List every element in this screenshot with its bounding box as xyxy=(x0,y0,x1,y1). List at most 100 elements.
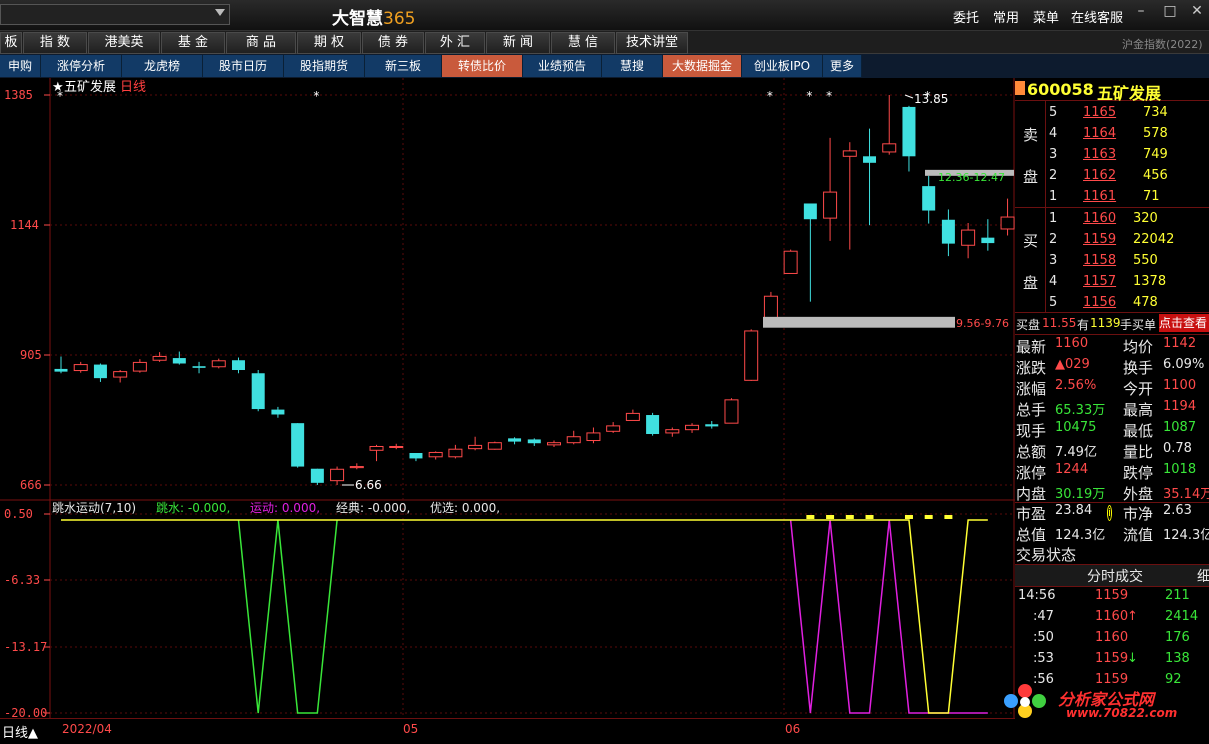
chevron-down-icon[interactable] xyxy=(215,9,225,16)
candle-body xyxy=(882,143,897,153)
menu-main[interactable]: 菜单 xyxy=(1033,7,1059,26)
tab-index[interactable]: 指 数 xyxy=(23,32,87,54)
y-tick-label: -13.17 xyxy=(4,640,47,654)
gap-band xyxy=(763,316,955,328)
bid-price: 1160 xyxy=(1083,211,1117,226)
kline-chart[interactable]: * * * * * * ★ 五矿发展 日线 1385 1144 905 666 0.50 … xyxy=(0,78,1015,718)
order-level: 2 xyxy=(1049,168,1058,183)
view-orders-button[interactable]: 点击查看 xyxy=(1159,314,1209,332)
order-level: 4 xyxy=(1049,126,1058,141)
stat-label: 量比 xyxy=(1123,443,1154,461)
period-toggle[interactable]: 日线▲ xyxy=(2,722,38,741)
tab-tech-lecture[interactable]: 技术讲堂 xyxy=(616,32,688,54)
y-tick-label: 0.50 xyxy=(4,507,33,521)
candle-body xyxy=(646,415,660,435)
tab-huixin[interactable]: 慧 信 xyxy=(551,32,615,54)
tab-bonds[interactable]: 债 券 xyxy=(362,32,424,54)
nav-index-futures[interactable]: 股指期货 xyxy=(284,55,365,77)
candle-body xyxy=(783,250,798,274)
tab-news[interactable]: 新 闻 xyxy=(486,32,550,54)
ask-volume: 456 xyxy=(1143,168,1168,183)
indicator-series xyxy=(61,515,988,714)
stat-label: 现手 xyxy=(1016,422,1047,440)
stat-value: 65.33万 xyxy=(1055,403,1106,418)
y-tick-label: 1385 xyxy=(4,88,33,102)
nav-convertible[interactable]: 转债比价 xyxy=(442,55,523,77)
stat-label: 涨跌 xyxy=(1016,359,1047,377)
candle-body xyxy=(73,364,88,372)
stat-value: ▲029 xyxy=(1055,357,1090,372)
nav-dragon-tiger[interactable]: 龙虎榜 xyxy=(122,55,203,77)
tab-fund[interactable]: 基 金 xyxy=(161,32,225,54)
tab-forex[interactable]: 外 汇 xyxy=(425,32,485,54)
candle-body xyxy=(251,373,265,410)
candle-body xyxy=(1000,216,1015,230)
bid-price: 1157 xyxy=(1083,274,1117,289)
order-level: 5 xyxy=(1049,295,1058,310)
stat-value: 124.3亿 xyxy=(1163,528,1209,543)
tab-board[interactable]: 板 xyxy=(0,32,22,54)
indicator-value-3: 经典: -0.000, xyxy=(336,501,410,515)
signal-marker xyxy=(865,515,874,519)
ask-price: 1162 xyxy=(1083,168,1117,183)
stat-value: 0.78 xyxy=(1163,441,1192,456)
nav-more[interactable]: 更多 xyxy=(823,55,862,77)
stat-label: 市净 xyxy=(1123,505,1154,523)
order-level: 3 xyxy=(1049,147,1058,162)
nav-bigdata[interactable]: 大数据掘金 xyxy=(663,55,742,77)
star-marker: * xyxy=(826,89,832,103)
buy-label: 盘 xyxy=(1023,274,1039,292)
stat-value: 10475 xyxy=(1055,420,1097,435)
menu-common[interactable]: 常用 xyxy=(993,7,1019,26)
tab-options[interactable]: 期 权 xyxy=(297,32,361,54)
stat-value: 1087 xyxy=(1163,420,1197,435)
period-bar: 日线▲ 2022/04 05 06 xyxy=(0,718,1015,744)
minimize-icon[interactable]: – xyxy=(1130,3,1152,21)
candle-body xyxy=(508,438,522,442)
candle-body xyxy=(547,442,561,446)
tick-volume: 2414 xyxy=(1165,609,1199,624)
bid-price: 1158 xyxy=(1083,253,1117,268)
tab-tick-trades[interactable]: 分时成交 xyxy=(1087,566,1143,586)
chart-period: 日线 xyxy=(120,80,146,95)
stat-label: 涨停 xyxy=(1016,464,1047,482)
candle-body xyxy=(330,468,345,482)
nav-earnings[interactable]: 业绩预告 xyxy=(523,55,602,77)
nav-calendar[interactable]: 股市日历 xyxy=(203,55,284,77)
menu-trade[interactable]: 委托 xyxy=(953,7,979,26)
tick-price: 1159 xyxy=(1095,588,1129,603)
tick-time: :47 xyxy=(1033,609,1054,624)
info-icon: i xyxy=(1107,505,1113,521)
chart-star-marker: ★ xyxy=(52,80,64,95)
menu-support[interactable]: 在线客服 xyxy=(1071,7,1123,26)
stat-label: 最高 xyxy=(1123,401,1154,419)
maximize-icon[interactable]: □ xyxy=(1159,3,1181,21)
tab-detail[interactable]: 细 xyxy=(1197,566,1209,586)
candle-body xyxy=(803,203,817,220)
candle-body xyxy=(448,448,463,458)
signal-marker xyxy=(904,515,913,519)
order-level: 2 xyxy=(1049,232,1058,247)
order-level: 4 xyxy=(1049,274,1058,289)
tick-time: :50 xyxy=(1033,630,1054,645)
nav-new-third-board[interactable]: 新三板 xyxy=(365,55,442,77)
candle-body xyxy=(113,371,128,378)
nav-search[interactable]: 慧搜 xyxy=(602,55,663,77)
candle-body xyxy=(271,409,285,415)
stock-search-combo[interactable] xyxy=(0,4,230,25)
tab-commodity[interactable]: 商 品 xyxy=(226,32,296,54)
candle-body xyxy=(724,399,739,424)
buy-line-label: 买盘 xyxy=(1016,318,1041,332)
nav-ipo[interactable]: 申购 xyxy=(0,55,41,77)
candle-body xyxy=(93,364,107,379)
tab-hk-us[interactable]: 港美英 xyxy=(88,32,160,54)
chart-stock-name: 五矿发展 xyxy=(64,79,116,95)
stat-label: 流值 xyxy=(1123,526,1154,544)
stat-value: 1100 xyxy=(1163,378,1197,393)
tick-volume: 176 xyxy=(1165,630,1190,645)
candle-body xyxy=(231,360,245,371)
close-icon[interactable]: ✕ xyxy=(1186,3,1208,21)
nav-limit-up[interactable]: 涨停分析 xyxy=(41,55,122,77)
nav-gem-ipo[interactable]: 创业板IPO xyxy=(742,55,823,77)
stat-label: 总手 xyxy=(1016,401,1047,419)
